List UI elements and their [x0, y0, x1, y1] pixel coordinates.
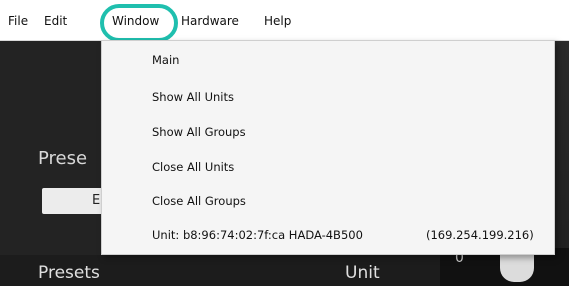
menu-hardware[interactable]: Hardware — [181, 14, 239, 28]
unit-label: Unit: b8:96:74:02:7f:ca HADA-4B500 — [152, 228, 363, 242]
presets-section-label: Prese — [38, 148, 88, 169]
menu-bar: File Edit Window Hardware Help — [0, 0, 569, 41]
menu-item-main[interactable]: Main — [152, 53, 179, 67]
menu-item-close-all-groups[interactable]: Close All Groups — [152, 194, 246, 208]
presets-header: Presets — [38, 263, 100, 283]
window-menu-dropdown: Main Show All Units Show All Groups Clos… — [101, 40, 555, 255]
unit-header: Unit — [345, 263, 380, 283]
menu-edit[interactable]: Edit — [44, 14, 67, 28]
menu-window[interactable]: Window — [112, 14, 159, 28]
menu-help[interactable]: Help — [264, 14, 291, 28]
menu-item-show-all-groups[interactable]: Show All Groups — [152, 125, 246, 139]
menu-item-show-all-units[interactable]: Show All Units — [152, 90, 234, 104]
unit-ip: (169.254.199.216) — [426, 228, 534, 242]
menu-item-close-all-units[interactable]: Close All Units — [152, 160, 234, 174]
menu-file[interactable]: File — [8, 14, 28, 28]
menu-item-unit[interactable]: Unit: b8:96:74:02:7f:ca HADA-4B500 (169.… — [152, 228, 534, 242]
